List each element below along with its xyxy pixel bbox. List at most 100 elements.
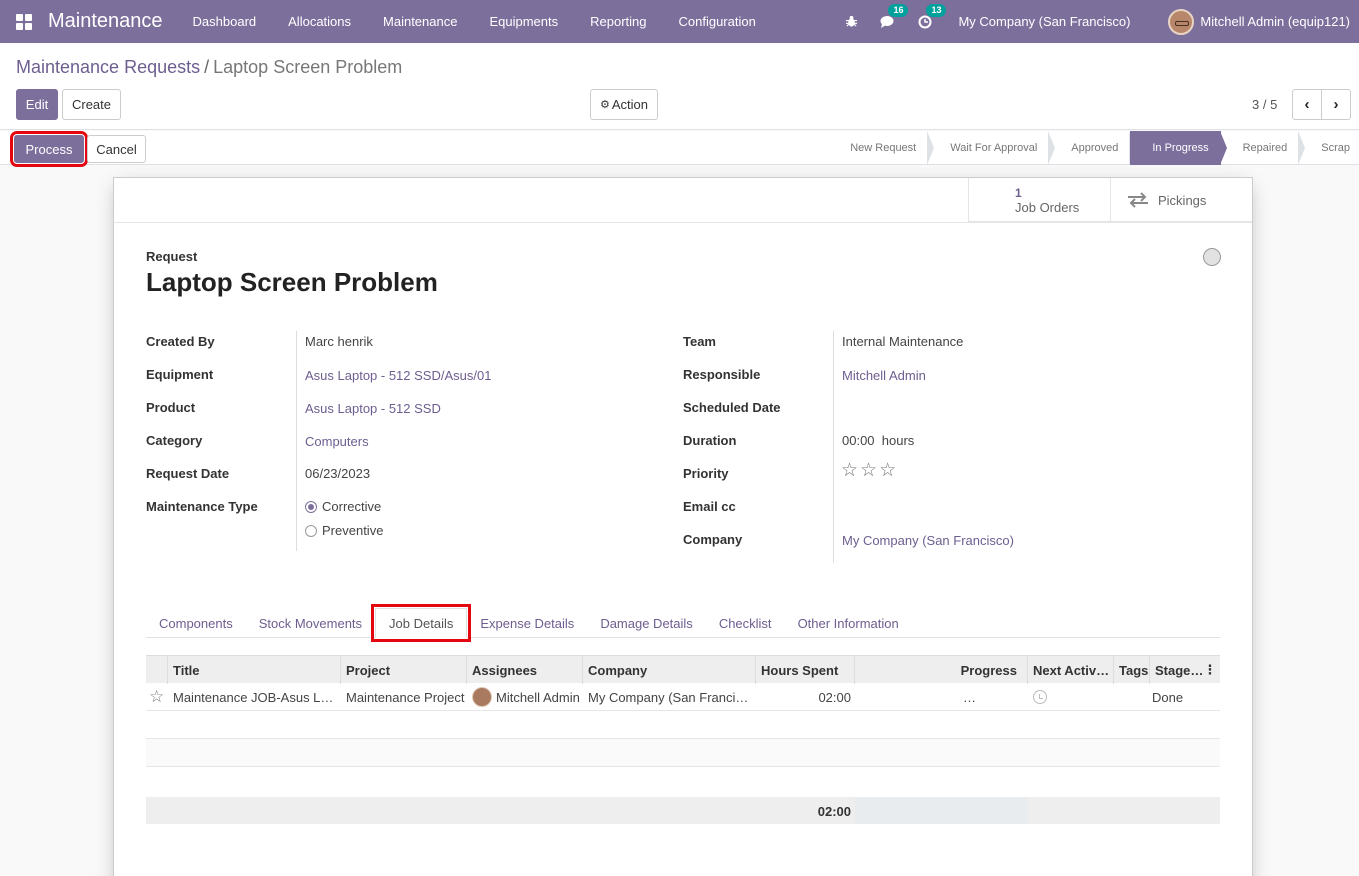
request-date-label: Request Date — [146, 466, 230, 481]
radio-preventive[interactable]: Preventive — [305, 523, 383, 538]
apps-menu-icon[interactable] — [0, 0, 48, 43]
star-icon[interactable]: ☆ — [841, 460, 858, 481]
column-hours-spent[interactable]: Hours Spent — [756, 656, 855, 684]
divider — [833, 331, 834, 563]
cell-assignees: Mitchell Admin — [467, 683, 583, 711]
stage-repaired[interactable]: Repaired — [1221, 131, 1305, 165]
table-row[interactable]: ☆ Maintenance JOB-Asus L… Maintenance Pr… — [146, 683, 1220, 711]
pickings-label: Pickings — [1158, 192, 1207, 208]
cell-company: My Company (San Franci… — [588, 689, 749, 705]
star-icon[interactable]: ☆ — [860, 460, 877, 481]
column-stage[interactable]: Stage… ⋮ — [1150, 656, 1220, 684]
cell-progress: … — [963, 689, 976, 705]
activities-clock-icon[interactable]: 13 — [918, 3, 947, 29]
user-avatar[interactable] — [1168, 8, 1195, 35]
gear-icon: ⚙ — [599, 99, 610, 111]
star-icon[interactable]: ☆ — [879, 460, 896, 481]
team-value: Internal Maintenance — [842, 334, 964, 349]
equipment-link[interactable]: Asus Laptop - 512 SSD/Asus/01 — [305, 368, 491, 383]
stage-approved[interactable]: Approved — [1049, 131, 1137, 165]
user-menu[interactable]: Mitchell Admin (equip121) — [1200, 14, 1350, 29]
column-progress[interactable]: Progress — [855, 656, 1028, 684]
top-navbar: Maintenance Dashboard Allocations Mainte… — [0, 0, 1359, 43]
radio-preventive-label: Preventive — [322, 523, 384, 538]
control-panel: Maintenance Requests / Laptop Screen Probl… — [0, 43, 1359, 130]
company-link[interactable]: My Company (San Francisco) — [842, 533, 1014, 548]
star-icon[interactable]: ☆ — [146, 683, 168, 711]
responsible-label: Responsible — [683, 367, 761, 382]
column-next-activity[interactable]: Next Activ… — [1028, 656, 1114, 684]
divider — [296, 331, 297, 551]
debug-bug-icon[interactable] — [845, 15, 858, 28]
duration-unit: hours — [881, 433, 915, 448]
activity-clock-icon[interactable] — [1033, 690, 1047, 704]
tab-other-information[interactable]: Other Information — [785, 608, 912, 638]
messages-icon[interactable]: 16 — [880, 3, 909, 29]
menu-maintenance[interactable]: Maintenance — [367, 14, 473, 29]
radio-corrective-label: Corrective — [322, 499, 382, 514]
cell-stage: Done — [1152, 689, 1184, 705]
kanban-state-icon[interactable] — [1203, 248, 1221, 266]
stage-scrap[interactable]: Scrap — [1299, 131, 1359, 165]
menu-allocations[interactable]: Allocations — [272, 14, 367, 29]
empty-row — [146, 711, 1220, 739]
column-assignees[interactable]: Assignees — [467, 656, 583, 684]
edit-button[interactable]: Edit — [16, 89, 58, 120]
menu-equipments[interactable]: Equipments — [473, 14, 574, 29]
stage-in-progress[interactable]: In Progress — [1130, 131, 1227, 165]
tab-stock-movements[interactable]: Stock Movements — [246, 608, 375, 638]
priority-label: Priority — [683, 466, 729, 481]
team-label: Team — [683, 334, 716, 349]
responsible-link[interactable]: Mitchell Admin — [842, 368, 926, 383]
stage-new-request[interactable]: New Request — [828, 131, 935, 165]
cell-project: Maintenance Project — [346, 689, 465, 705]
menu-configuration[interactable]: Configuration — [663, 14, 772, 29]
tab-job-details[interactable]: Job Details — [371, 604, 472, 642]
tab-damage-details[interactable]: Damage Details — [587, 608, 706, 638]
created-by-label: Created By — [146, 334, 215, 349]
tab-components[interactable]: Components — [146, 608, 246, 638]
column-title[interactable]: Title — [168, 656, 341, 684]
pager-value[interactable]: 3 / 5 — [1252, 97, 1277, 112]
table-footer: 02:00 — [146, 797, 1220, 824]
cancel-button[interactable]: Cancel — [87, 135, 146, 163]
action-button[interactable]: ⚙ Action — [590, 89, 658, 120]
form-sheet: 1 Job Orders Pickings Request Laptop Scr… — [113, 177, 1253, 876]
chevron-left-icon[interactable]: ‹ — [1293, 90, 1321, 119]
total-hours: 02:00 — [817, 803, 851, 819]
tab-checklist[interactable]: Checklist — [706, 608, 785, 638]
menu-dashboard[interactable]: Dashboard — [177, 14, 273, 29]
column-tags[interactable]: Tags — [1114, 656, 1150, 684]
email-cc-label: Email cc — [683, 499, 736, 514]
company-switcher[interactable]: My Company (San Francisco) — [958, 14, 1130, 29]
job-orders-count: 1 — [1015, 185, 1022, 200]
transfer-arrows-icon — [1127, 192, 1149, 208]
breadcrumb: Maintenance Requests / Laptop Screen Probl… — [16, 57, 402, 78]
activities-badge: 13 — [926, 3, 947, 17]
cell-next-activity — [1028, 683, 1114, 711]
job-orders-smart-button[interactable]: 1 Job Orders — [968, 178, 1110, 222]
column-company[interactable]: Company — [583, 656, 756, 684]
column-project[interactable]: Project — [341, 656, 467, 684]
chevron-right-icon[interactable]: › — [1321, 90, 1350, 119]
request-date-value: 06/23/2023 — [305, 466, 371, 481]
app-brand[interactable]: Maintenance — [48, 10, 163, 33]
cell-assignee-name: Mitchell Admin — [496, 689, 580, 705]
column-options-icon[interactable]: ⋮ — [1203, 662, 1216, 678]
action-label: Action — [611, 97, 648, 112]
process-button[interactable]: Process — [10, 131, 88, 167]
category-link[interactable]: Computers — [305, 434, 369, 449]
stage-wait-for-approval[interactable]: Wait For Approval — [928, 131, 1056, 165]
tab-expense-details[interactable]: Expense Details — [467, 608, 587, 638]
pickings-smart-button[interactable]: Pickings — [1110, 178, 1252, 222]
product-label: Product — [146, 400, 196, 415]
cell-title: Maintenance JOB-Asus L… — [173, 689, 334, 705]
create-button[interactable]: Create — [62, 89, 121, 120]
category-label: Category — [146, 433, 203, 448]
product-link[interactable]: Asus Laptop - 512 SSD — [305, 401, 441, 416]
breadcrumb-parent[interactable]: Maintenance Requests — [16, 57, 200, 77]
radio-corrective[interactable]: Corrective — [305, 499, 381, 514]
menu-reporting[interactable]: Reporting — [574, 14, 662, 29]
job-details-table: Title Project Assignees Company Hours Sp… — [146, 655, 1220, 767]
breadcrumb-separator: / — [204, 57, 210, 77]
